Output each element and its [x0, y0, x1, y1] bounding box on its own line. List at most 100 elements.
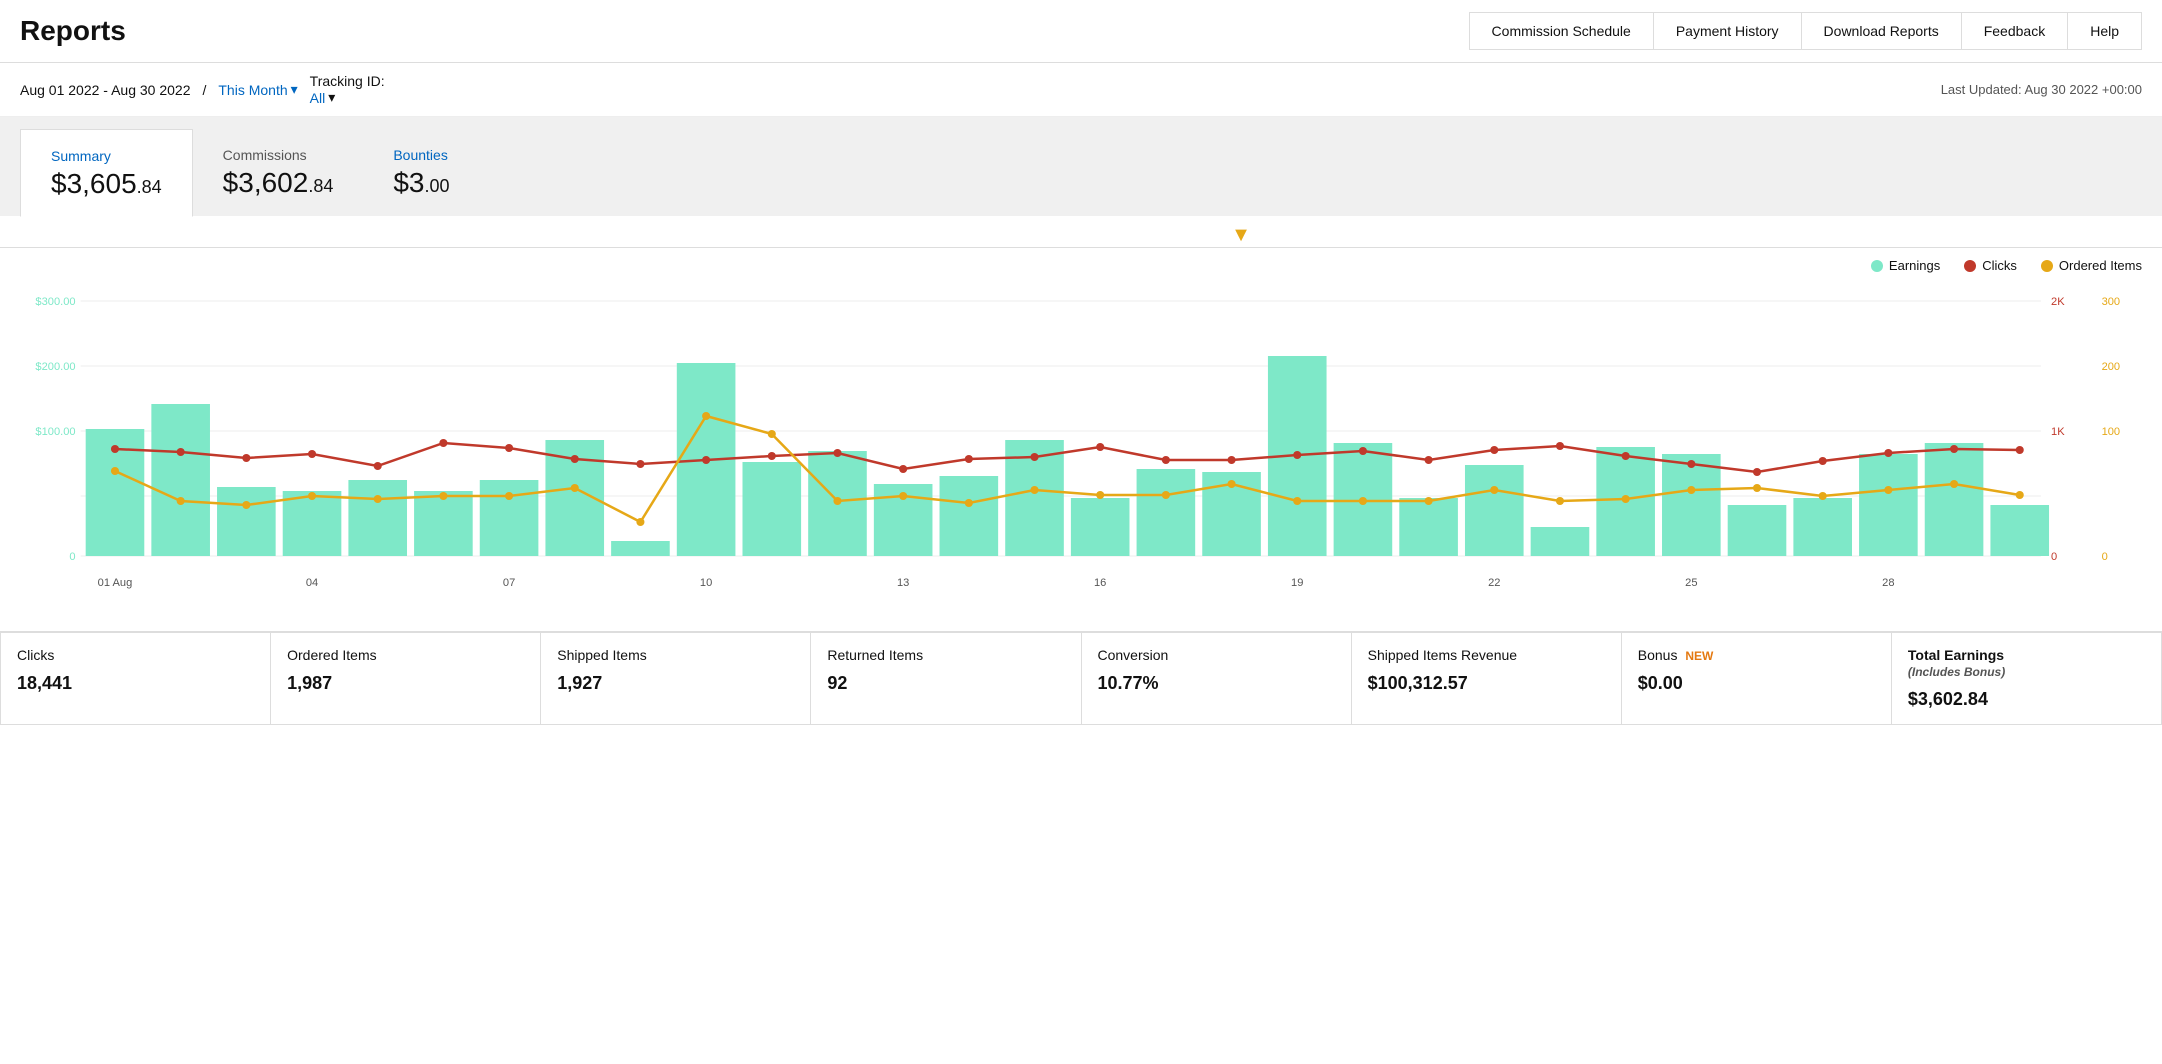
tab-commissions[interactable]: Commissions $3,602.84	[193, 129, 364, 216]
bar-day2	[151, 404, 210, 556]
stats-bonus-header: Bonus NEW	[1638, 647, 1875, 663]
bar-day4	[283, 491, 342, 556]
nav-payment-history[interactable]: Payment History	[1654, 12, 1802, 50]
ordered-dot-14	[965, 499, 973, 507]
tab-bounties-label: Bounties	[393, 147, 449, 163]
tab-indicator: ▼	[0, 216, 2162, 247]
stats-ordered-items: Ordered Items 1,987	[271, 633, 541, 725]
svg-text:19: 19	[1291, 577, 1303, 589]
svg-text:10: 10	[700, 577, 712, 589]
ordered-dot-7	[505, 492, 513, 500]
svg-text:2K: 2K	[2051, 296, 2065, 308]
stats-ordered-items-value: 1,987	[287, 673, 524, 694]
svg-text:0: 0	[2051, 551, 2057, 563]
chevron-down-icon: ▾	[328, 89, 335, 106]
ordered-dot-29	[1950, 480, 1958, 488]
tracking-id-dropdown[interactable]: All ▾	[310, 89, 336, 106]
clicks-dot-1	[111, 445, 119, 453]
stats-ordered-items-header: Ordered Items	[287, 647, 524, 663]
ordered-dot-22	[1490, 486, 1498, 494]
clicks-dot-17	[1162, 456, 1170, 464]
toolbar-left: Aug 01 2022 - Aug 30 2022 / This Month ▾…	[20, 73, 385, 106]
clicks-dot	[1964, 260, 1976, 272]
nav-feedback[interactable]: Feedback	[1962, 12, 2068, 50]
legend-earnings: Earnings	[1871, 258, 1940, 273]
svg-text:0: 0	[2102, 551, 2108, 563]
tab-commissions-value: $3,602.84	[223, 167, 334, 199]
ordered-dot-13	[899, 492, 907, 500]
bar-day16	[1071, 498, 1130, 556]
svg-text:1K: 1K	[2051, 426, 2065, 438]
chart-legend: Earnings Clicks Ordered Items	[20, 258, 2142, 273]
ordered-items-dot	[2041, 260, 2053, 272]
separator: /	[202, 82, 206, 98]
clicks-dot-6	[439, 439, 447, 447]
ordered-dot-17	[1162, 491, 1170, 499]
tracking-id-label: Tracking ID: All ▾	[310, 73, 385, 106]
bar-day11	[742, 462, 801, 556]
clicks-label: Clicks	[1982, 258, 2017, 273]
clicks-dot-12	[833, 449, 841, 457]
bar-day14	[940, 476, 999, 556]
date-range: Aug 01 2022 - Aug 30 2022	[20, 82, 190, 98]
tab-commissions-label: Commissions	[223, 147, 334, 163]
stats-total-earnings: Total Earnings (Includes Bonus) $3,602.8…	[1892, 633, 2162, 725]
ordered-dot-18	[1228, 480, 1236, 488]
clicks-dot-27	[1819, 457, 1827, 465]
clicks-dot-20	[1359, 447, 1367, 455]
stats-conversion: Conversion 10.77%	[1082, 633, 1352, 725]
clicks-dot-11	[768, 452, 776, 460]
svg-text:04: 04	[306, 577, 318, 589]
stats-shipped-revenue-value: $100,312.57	[1368, 673, 1605, 694]
tab-summary[interactable]: Summary $3,605.84	[20, 129, 193, 217]
clicks-dot-14	[965, 455, 973, 463]
ordered-dot-8	[571, 484, 579, 492]
bonus-new-badge: NEW	[1685, 649, 1713, 663]
tab-summary-label: Summary	[51, 148, 162, 164]
bar-day30	[1990, 505, 2049, 556]
nav-help[interactable]: Help	[2068, 12, 2142, 50]
bar-day23	[1531, 527, 1590, 556]
clicks-dot-29	[1950, 445, 1958, 453]
ordered-dot-11	[768, 430, 776, 438]
ordered-dot-2	[177, 497, 185, 505]
page-header: Reports Commission Schedule Payment Hist…	[0, 0, 2162, 63]
clicks-dot-7	[505, 444, 513, 452]
ordered-dot-16	[1096, 491, 1104, 499]
tab-bounties[interactable]: Bounties $3.00	[363, 129, 479, 216]
bar-day21	[1399, 498, 1458, 556]
clicks-dot-4	[308, 450, 316, 458]
bar-day27	[1793, 498, 1852, 556]
svg-text:22: 22	[1488, 577, 1500, 589]
chart-section: Earnings Clicks Ordered Items $300.00 $2…	[0, 248, 2162, 621]
clicks-dot-8	[571, 455, 579, 463]
this-month-button[interactable]: This Month ▾	[218, 81, 297, 98]
tab-summary-value: $3,605.84	[51, 168, 162, 200]
ordered-dot-28	[1884, 486, 1892, 494]
ordered-dot-26	[1753, 484, 1761, 492]
clicks-dot-22	[1490, 446, 1498, 454]
page-title: Reports	[20, 15, 126, 47]
stats-clicks-value: 18,441	[17, 673, 254, 694]
clicks-dot-18	[1228, 456, 1236, 464]
toolbar: Aug 01 2022 - Aug 30 2022 / This Month ▾…	[0, 63, 2162, 117]
stats-returned-items-header: Returned Items	[827, 647, 1064, 663]
stats-bonus: Bonus NEW $0.00	[1622, 633, 1892, 725]
svg-text:200: 200	[2102, 361, 2121, 373]
nav-download-reports[interactable]: Download Reports	[1802, 12, 1962, 50]
stats-returned-items-value: 92	[827, 673, 1064, 694]
clicks-line	[115, 443, 2020, 472]
clicks-dot-30	[2016, 446, 2024, 454]
clicks-dot-24	[1622, 452, 1630, 460]
ordered-dot-3	[242, 501, 250, 509]
clicks-dot-28	[1884, 449, 1892, 457]
clicks-dot-9	[636, 460, 644, 468]
chevron-down-icon: ▾	[291, 81, 298, 98]
clicks-dot-15	[1030, 453, 1038, 461]
nav-commission-schedule[interactable]: Commission Schedule	[1469, 12, 1654, 50]
stats-shipped-items-value: 1,927	[557, 673, 794, 694]
ordered-dot-15	[1030, 486, 1038, 494]
stats-returned-items: Returned Items 92	[811, 633, 1081, 725]
ordered-dot-21	[1425, 497, 1433, 505]
ordered-dot-20	[1359, 497, 1367, 505]
